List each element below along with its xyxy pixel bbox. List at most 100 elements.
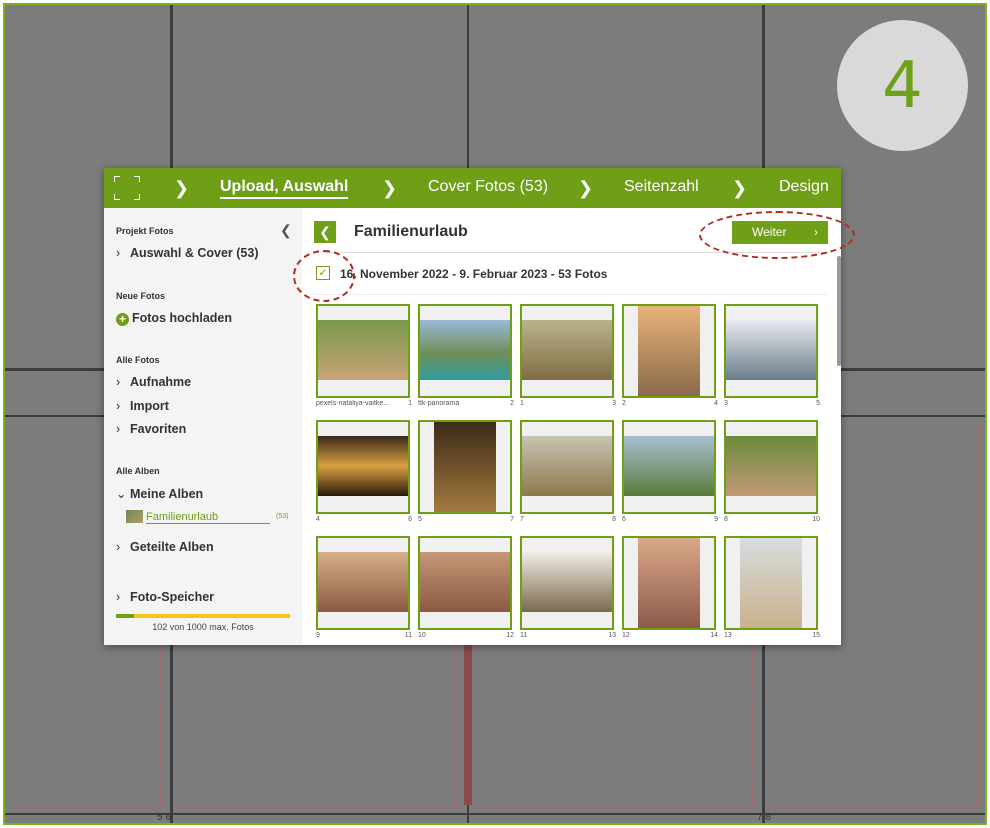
- photo-image: [638, 538, 700, 628]
- photo-image: [420, 320, 510, 380]
- step-design[interactable]: Design: [779, 178, 829, 196]
- photo-thumbnail[interactable]: [724, 420, 818, 514]
- photo-image: [624, 436, 714, 496]
- photo-thumbnail[interactable]: [316, 420, 410, 514]
- photo-image: [434, 422, 496, 512]
- step-cover-fotos[interactable]: Cover Fotos (53): [428, 178, 548, 196]
- divider: [314, 294, 828, 295]
- photo-index: 14: [710, 632, 718, 639]
- photo-thumbnail[interactable]: [622, 536, 716, 630]
- photo-thumbnail[interactable]: [316, 536, 410, 630]
- photo-index: 2: [510, 400, 514, 407]
- photo-filename: 1: [520, 400, 524, 407]
- photo-image: [726, 436, 816, 496]
- photo-index: 6: [408, 516, 412, 523]
- chevron-down-icon: ⌄: [116, 487, 127, 501]
- photo-filename: 4: [316, 516, 320, 523]
- section-heading: Projekt Fotos: [116, 226, 174, 236]
- photo-filename: pexels-nataliya-vaitke...: [316, 400, 390, 407]
- sidebar-item-meine-alben[interactable]: ⌄ Meine Alben: [116, 486, 203, 501]
- step-seitenzahl[interactable]: Seitenzahl: [624, 178, 699, 196]
- sidebar: Projekt Fotos ❮ › Auswahl & Cover (53) Ne…: [104, 208, 302, 645]
- step-number-badge: 4: [837, 20, 968, 151]
- photo-thumbnail[interactable]: [418, 536, 512, 630]
- plus-icon: +: [116, 313, 129, 326]
- photo-image: [522, 552, 612, 612]
- chevron-right-icon: ›: [116, 590, 121, 604]
- photo-image: [318, 320, 408, 380]
- photo-filename: 11: [520, 632, 528, 639]
- date-range-label: 16. November 2022 - 9. Februar 2023 - 53…: [340, 267, 608, 281]
- photo-index: 11: [404, 632, 412, 639]
- section-heading: Neue Fotos: [116, 291, 166, 301]
- sidebar-item-geteilte-alben[interactable]: › Geteilte Alben: [116, 540, 214, 554]
- photo-filename: 7: [520, 516, 524, 523]
- photo-index: 8: [612, 516, 616, 523]
- chevron-right-icon: ›: [116, 399, 121, 413]
- photo-index: 10: [812, 516, 820, 523]
- section-heading: Alle Alben: [116, 466, 160, 476]
- photo-filename: 9: [316, 632, 320, 639]
- chevron-right-icon: ›: [116, 540, 121, 554]
- photo-index: 15: [812, 632, 820, 639]
- photo-image: [638, 306, 700, 396]
- chevron-right-icon: ›: [116, 375, 121, 389]
- page-bottom: [5, 813, 985, 815]
- album-item-familienurlaub[interactable]: Familienurlaub (53): [126, 510, 290, 528]
- section-heading: Alle Fotos: [116, 355, 160, 365]
- upload-photos-button[interactable]: + Fotos hochladen: [116, 311, 232, 326]
- photo-index: 12: [506, 632, 514, 639]
- photo-image: [522, 320, 612, 380]
- photo-filename: 8: [724, 516, 728, 523]
- photo-filename: 10: [418, 632, 426, 639]
- sidebar-item-aufnahme[interactable]: › Aufnahme: [116, 375, 191, 389]
- photo-thumbnail[interactable]: [520, 304, 614, 398]
- photo-index: 3: [612, 400, 616, 407]
- highlight-checkbox-annotation: [293, 250, 355, 302]
- photo-filename: 12: [622, 632, 630, 639]
- highlight-weiter-annotation: [699, 211, 855, 259]
- photo-thumbnail[interactable]: [724, 304, 818, 398]
- photo-filename: 6: [622, 516, 626, 523]
- photo-thumbnail[interactable]: [622, 304, 716, 398]
- photo-image: [318, 436, 408, 496]
- album-name: Familienurlaub: [146, 511, 270, 524]
- photo-index: 5: [816, 400, 820, 407]
- photo-thumbnail[interactable]: [520, 536, 614, 630]
- scrollbar[interactable]: [837, 256, 841, 366]
- sidebar-item-foto-speicher[interactable]: › Foto-Speicher: [116, 590, 214, 604]
- photo-thumbnail[interactable]: [622, 420, 716, 514]
- collapse-sidebar-icon[interactable]: ❮: [280, 222, 292, 239]
- photo-index: 7: [510, 516, 514, 523]
- sidebar-item-import[interactable]: › Import: [116, 399, 169, 413]
- storage-text: 102 von 1000 max. Fotos: [152, 622, 254, 632]
- photo-image: [522, 436, 612, 496]
- photo-thumbnail[interactable]: [316, 304, 410, 398]
- photo-filename: 13: [724, 632, 732, 639]
- photo-index: 4: [714, 400, 718, 407]
- fullscreen-icon[interactable]: [114, 176, 140, 200]
- album-thumbnail: [126, 510, 143, 523]
- photo-thumbnail[interactable]: [418, 420, 512, 514]
- photo-filename: 3: [724, 400, 728, 407]
- wizard-topbar: ❯ Upload, Auswahl ❯ Cover Fotos (53) ❯ S…: [104, 168, 841, 208]
- chevron-right-icon: ❯: [382, 178, 398, 198]
- back-button[interactable]: ❮: [314, 221, 336, 243]
- step-upload-auswahl[interactable]: Upload, Auswahl: [220, 178, 349, 199]
- sidebar-item-auswahl-cover[interactable]: › Auswahl & Cover (53): [116, 246, 259, 260]
- sidebar-item-favoriten[interactable]: › Favoriten: [116, 422, 186, 436]
- photo-thumbnail[interactable]: [724, 536, 818, 630]
- chevron-right-icon: ❯: [732, 178, 748, 198]
- photo-thumbnail[interactable]: [418, 304, 512, 398]
- photo-index: 9: [714, 516, 718, 523]
- storage-fill: [116, 614, 134, 618]
- photo-thumbnail[interactable]: [520, 420, 614, 514]
- photo-index: 13: [608, 632, 616, 639]
- chevron-right-icon: ›: [116, 246, 121, 260]
- page-numbers-right: 7 8: [757, 812, 771, 823]
- album-title: Familienurlaub: [354, 223, 468, 240]
- page-numbers-left: 5 6: [157, 812, 171, 823]
- photo-index: 1: [408, 400, 412, 407]
- chevron-right-icon: ❯: [578, 178, 594, 198]
- photo-image: [318, 552, 408, 612]
